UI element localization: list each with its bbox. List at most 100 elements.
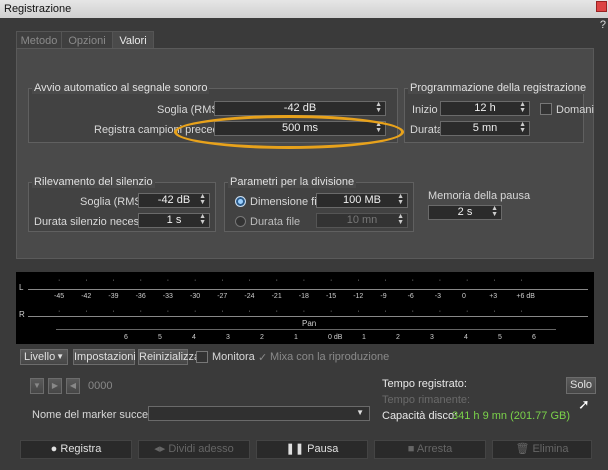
db-tick-mark: · — [221, 308, 224, 315]
back-icon[interactable]: ◀ — [66, 378, 80, 394]
db-tick-label: -12 — [353, 293, 364, 300]
pause-icon: ❚❚ — [285, 443, 305, 455]
pan-tick-label: 1 — [362, 334, 366, 341]
db-tick-mark: · — [466, 277, 469, 284]
spin-arrows-icon[interactable]: ▲ ▼ — [519, 121, 526, 134]
db-tick-mark: · — [275, 308, 278, 315]
file-size-radio[interactable] — [235, 196, 246, 207]
db-tick-mark: · — [466, 308, 469, 315]
db-tick-mark: · — [493, 277, 496, 284]
db-tick-mark: · — [194, 308, 197, 315]
duration-spinner[interactable]: 5 mn ▲ ▼ — [440, 121, 530, 136]
db-tick-mark: · — [411, 277, 414, 284]
settings-button[interactable]: Impostazioni — [73, 349, 136, 365]
pause-button[interactable]: ❚❚ Pausa — [256, 440, 368, 459]
file-duration-label: Durata file — [250, 216, 301, 228]
record-button[interactable]: ● Registra — [20, 440, 132, 459]
split-now-button[interactable]: ◂▸ Dividi adesso — [138, 440, 250, 459]
db-tick-mark: · — [384, 277, 387, 284]
split-title: Parametri per la divisione — [228, 176, 357, 188]
pan-tick-label: 4 — [192, 334, 196, 341]
monitor-checkbox[interactable] — [196, 351, 208, 363]
play-icon[interactable]: ▶ — [48, 378, 62, 394]
db-tick-label: -42 — [81, 293, 92, 300]
stop-label: Arresta — [416, 443, 453, 455]
db-tick-mark: · — [357, 277, 360, 284]
help-icon[interactable]: ? — [600, 19, 606, 31]
silence-threshold-spinner[interactable]: -42 dB ▲ ▼ — [138, 193, 210, 208]
title-bar: Registrazione — [0, 0, 608, 18]
chevron-down-icon: ▼ — [56, 352, 64, 361]
meter-right-line — [28, 316, 588, 317]
next-marker-dropdown[interactable]: ▼ — [148, 406, 370, 421]
db-tick-mark: · — [58, 308, 61, 315]
duration-value: 5 mn — [472, 122, 498, 134]
silence-threshold-value: -42 dB — [157, 194, 191, 206]
db-tick-mark: · — [520, 277, 523, 284]
pan-tick-label: 2 — [396, 334, 400, 341]
db-tick-label: -24 — [244, 293, 255, 300]
db-tick-mark: · — [194, 277, 197, 284]
spin-arrows-icon[interactable]: ▲ ▼ — [397, 213, 404, 226]
delete-label: Elimina — [532, 443, 569, 455]
record-label: Registra — [60, 443, 102, 455]
spin-arrows-icon[interactable]: ▲ ▼ — [199, 213, 206, 226]
pause-label: Pausa — [307, 443, 339, 455]
pan-label: Pan — [302, 319, 317, 328]
stop-button[interactable]: ■ Arresta — [374, 440, 486, 459]
db-tick-mark: · — [330, 308, 333, 315]
auto-start-threshold-spinner[interactable]: -42 dB ▲ ▼ — [214, 101, 386, 116]
mix-label: Mixa con la riproduzione — [270, 351, 390, 363]
split-icon: ◂▸ — [154, 443, 166, 455]
pause-memory-spinner[interactable]: 2 s ▲ ▼ — [428, 205, 502, 220]
db-tick-label: -27 — [217, 293, 228, 300]
silence-duration-spinner[interactable]: 1 s ▲ ▼ — [138, 213, 210, 228]
db-tick-mark: · — [139, 277, 142, 284]
previous-marker-icon[interactable]: ▼ — [30, 378, 44, 394]
file-duration-radio[interactable] — [235, 216, 246, 227]
db-tick-label: -3 — [434, 293, 442, 300]
mix-check-icon[interactable]: ✓ — [258, 351, 267, 364]
db-tick-mark: · — [112, 277, 115, 284]
db-tick-mark: · — [85, 308, 88, 315]
window-title: Registrazione — [4, 3, 72, 15]
right-channel-label: R — [19, 310, 25, 319]
spin-arrows-icon[interactable]: ▲ ▼ — [491, 205, 498, 218]
pan-tick-label: 3 — [226, 334, 230, 341]
duration-label: Durata — [410, 124, 444, 136]
db-tick-mark: · — [112, 308, 115, 315]
solo-button[interactable]: Solo — [566, 377, 596, 394]
level-dropdown[interactable]: Livello ▼ — [20, 349, 68, 365]
remaining-time-label: Tempo rimanente: — [382, 394, 471, 406]
db-tick-mark: · — [302, 308, 306, 315]
db-tick-mark: · — [357, 308, 360, 315]
db-tick-mark: · — [139, 308, 142, 315]
file-duration-spinner[interactable]: 10 mn ▲ ▼ — [316, 213, 408, 228]
db-tick-label: -6 — [407, 293, 414, 300]
delete-button[interactable]: 🗑 Elimina — [492, 440, 592, 459]
db-tick-mark: · — [166, 277, 170, 284]
spin-arrows-icon[interactable]: ▲ ▼ — [375, 101, 382, 114]
chevron-down-icon: ▼ — [356, 408, 364, 417]
db-tick-mark: · — [275, 277, 278, 284]
db-tick-mark: · — [302, 277, 306, 284]
tomorrow-checkbox[interactable] — [540, 103, 552, 115]
db-tick-label: -30 — [190, 293, 201, 300]
spin-arrows-icon[interactable]: ▲ ▼ — [519, 101, 526, 114]
tomorrow-label: Domani — [556, 104, 594, 116]
close-icon[interactable] — [596, 1, 607, 12]
marker-counter: 0000 — [88, 380, 113, 392]
pan-tick-label: 6 — [124, 334, 128, 341]
file-size-label: Dimensione file — [250, 196, 326, 208]
silence-duration-value: 1 s — [166, 214, 182, 226]
reset-button[interactable]: Reinizializza — [138, 349, 200, 365]
spin-arrows-icon[interactable]: ▲ ▼ — [199, 193, 206, 206]
file-size-spinner[interactable]: 100 MB ▲ ▼ — [316, 193, 408, 208]
spin-arrows-icon[interactable]: ▲ ▼ — [397, 193, 404, 206]
file-duration-value: 10 mn — [346, 214, 378, 226]
left-channel-label: L — [19, 283, 24, 292]
start-spinner[interactable]: 12 h ▲ ▼ — [440, 101, 530, 116]
db-tick-mark: · — [248, 277, 251, 284]
auto-start-threshold-label: Soglia (RMS) — [157, 104, 223, 116]
pan-tick-label: 0 dB — [328, 334, 343, 341]
